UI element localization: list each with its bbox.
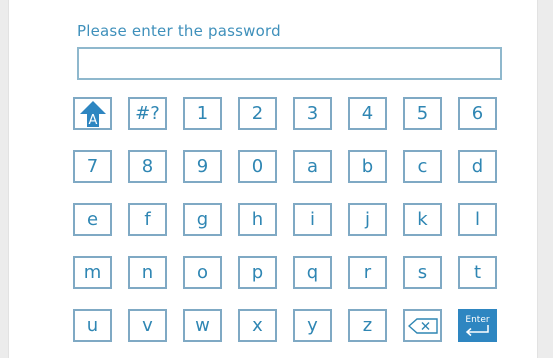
key-g-label: g [196, 209, 209, 230]
key-a[interactable]: a [293, 150, 332, 183]
key-9[interactable]: 9 [183, 150, 222, 183]
key-1-label: 1 [196, 103, 209, 124]
key-f-label: f [144, 209, 151, 230]
backspace-icon [407, 317, 438, 334]
symbols-key-label: #? [135, 103, 160, 124]
key-2[interactable]: 2 [238, 97, 277, 130]
key-4-label: 4 [361, 103, 374, 124]
key-i-label: i [309, 209, 315, 230]
key-j[interactable]: j [348, 203, 387, 236]
key-4[interactable]: 4 [348, 97, 387, 130]
key-m-label: m [83, 262, 102, 283]
key-7-label: 7 [86, 156, 99, 177]
key-h-label: h [251, 209, 264, 230]
key-d[interactable]: d [458, 150, 497, 183]
key-n[interactable]: n [128, 256, 167, 289]
key-z-label: z [362, 315, 373, 336]
key-3[interactable]: 3 [293, 97, 332, 130]
password-prompt-label: Please enter the password [77, 22, 281, 40]
key-p-label: p [251, 262, 264, 283]
key-x-label: x [252, 315, 263, 336]
key-b[interactable]: b [348, 150, 387, 183]
key-t[interactable]: t [458, 256, 497, 289]
key-0[interactable]: 0 [238, 150, 277, 183]
key-n-label: n [141, 262, 154, 283]
key-t-label: t [473, 262, 482, 283]
key-d-label: d [471, 156, 484, 177]
key-6-label: 6 [471, 103, 484, 124]
key-o-label: o [196, 262, 208, 283]
key-l[interactable]: l [458, 203, 497, 236]
symbols-key[interactable]: #? [128, 97, 167, 130]
shift-letter: A [88, 113, 97, 128]
key-8-label: 8 [141, 156, 154, 177]
key-l-label: l [474, 209, 480, 230]
password-dialog: Please enter the password A #? 1 2 3 4 5 6 7 8 9 0 a… [9, 0, 537, 358]
key-5-label: 5 [416, 103, 429, 124]
key-x[interactable]: x [238, 309, 277, 342]
key-2-label: 2 [251, 103, 264, 124]
key-m[interactable]: m [73, 256, 112, 289]
shift-arrow-icon: A [79, 100, 106, 128]
key-j-label: j [364, 209, 370, 230]
key-h[interactable]: h [238, 203, 277, 236]
key-w[interactable]: w [183, 309, 222, 342]
key-v[interactable]: v [128, 309, 167, 342]
key-f[interactable]: f [128, 203, 167, 236]
key-q-label: q [306, 262, 319, 283]
key-o[interactable]: o [183, 256, 222, 289]
password-input[interactable] [77, 47, 502, 80]
key-c[interactable]: c [403, 150, 442, 183]
key-y-label: y [307, 315, 318, 336]
key-k[interactable]: k [403, 203, 442, 236]
key-8[interactable]: 8 [128, 150, 167, 183]
enter-icon: Enter [465, 315, 490, 337]
backspace-key[interactable] [403, 309, 442, 342]
key-w-label: w [195, 315, 210, 336]
key-s-label: s [417, 262, 428, 283]
key-g[interactable]: g [183, 203, 222, 236]
key-r[interactable]: r [348, 256, 387, 289]
key-s[interactable]: s [403, 256, 442, 289]
key-6[interactable]: 6 [458, 97, 497, 130]
key-u[interactable]: u [73, 309, 112, 342]
key-7[interactable]: 7 [73, 150, 112, 183]
key-v-label: v [142, 315, 153, 336]
key-9-label: 9 [196, 156, 209, 177]
key-3-label: 3 [306, 103, 319, 124]
key-a-label: a [306, 156, 319, 177]
key-b-label: b [361, 156, 374, 177]
key-y[interactable]: y [293, 309, 332, 342]
key-e-label: e [86, 209, 99, 230]
key-e[interactable]: e [73, 203, 112, 236]
enter-label: Enter [465, 315, 489, 325]
key-i[interactable]: i [293, 203, 332, 236]
key-5[interactable]: 5 [403, 97, 442, 130]
key-u-label: u [86, 315, 99, 336]
key-k-label: k [417, 209, 428, 230]
key-r-label: r [363, 262, 372, 283]
shift-key[interactable]: A [73, 97, 112, 130]
key-p[interactable]: p [238, 256, 277, 289]
key-z[interactable]: z [348, 309, 387, 342]
key-c-label: c [417, 156, 428, 177]
enter-key[interactable]: Enter [458, 309, 497, 342]
key-1[interactable]: 1 [183, 97, 222, 130]
key-q[interactable]: q [293, 256, 332, 289]
key-0-label: 0 [251, 156, 264, 177]
